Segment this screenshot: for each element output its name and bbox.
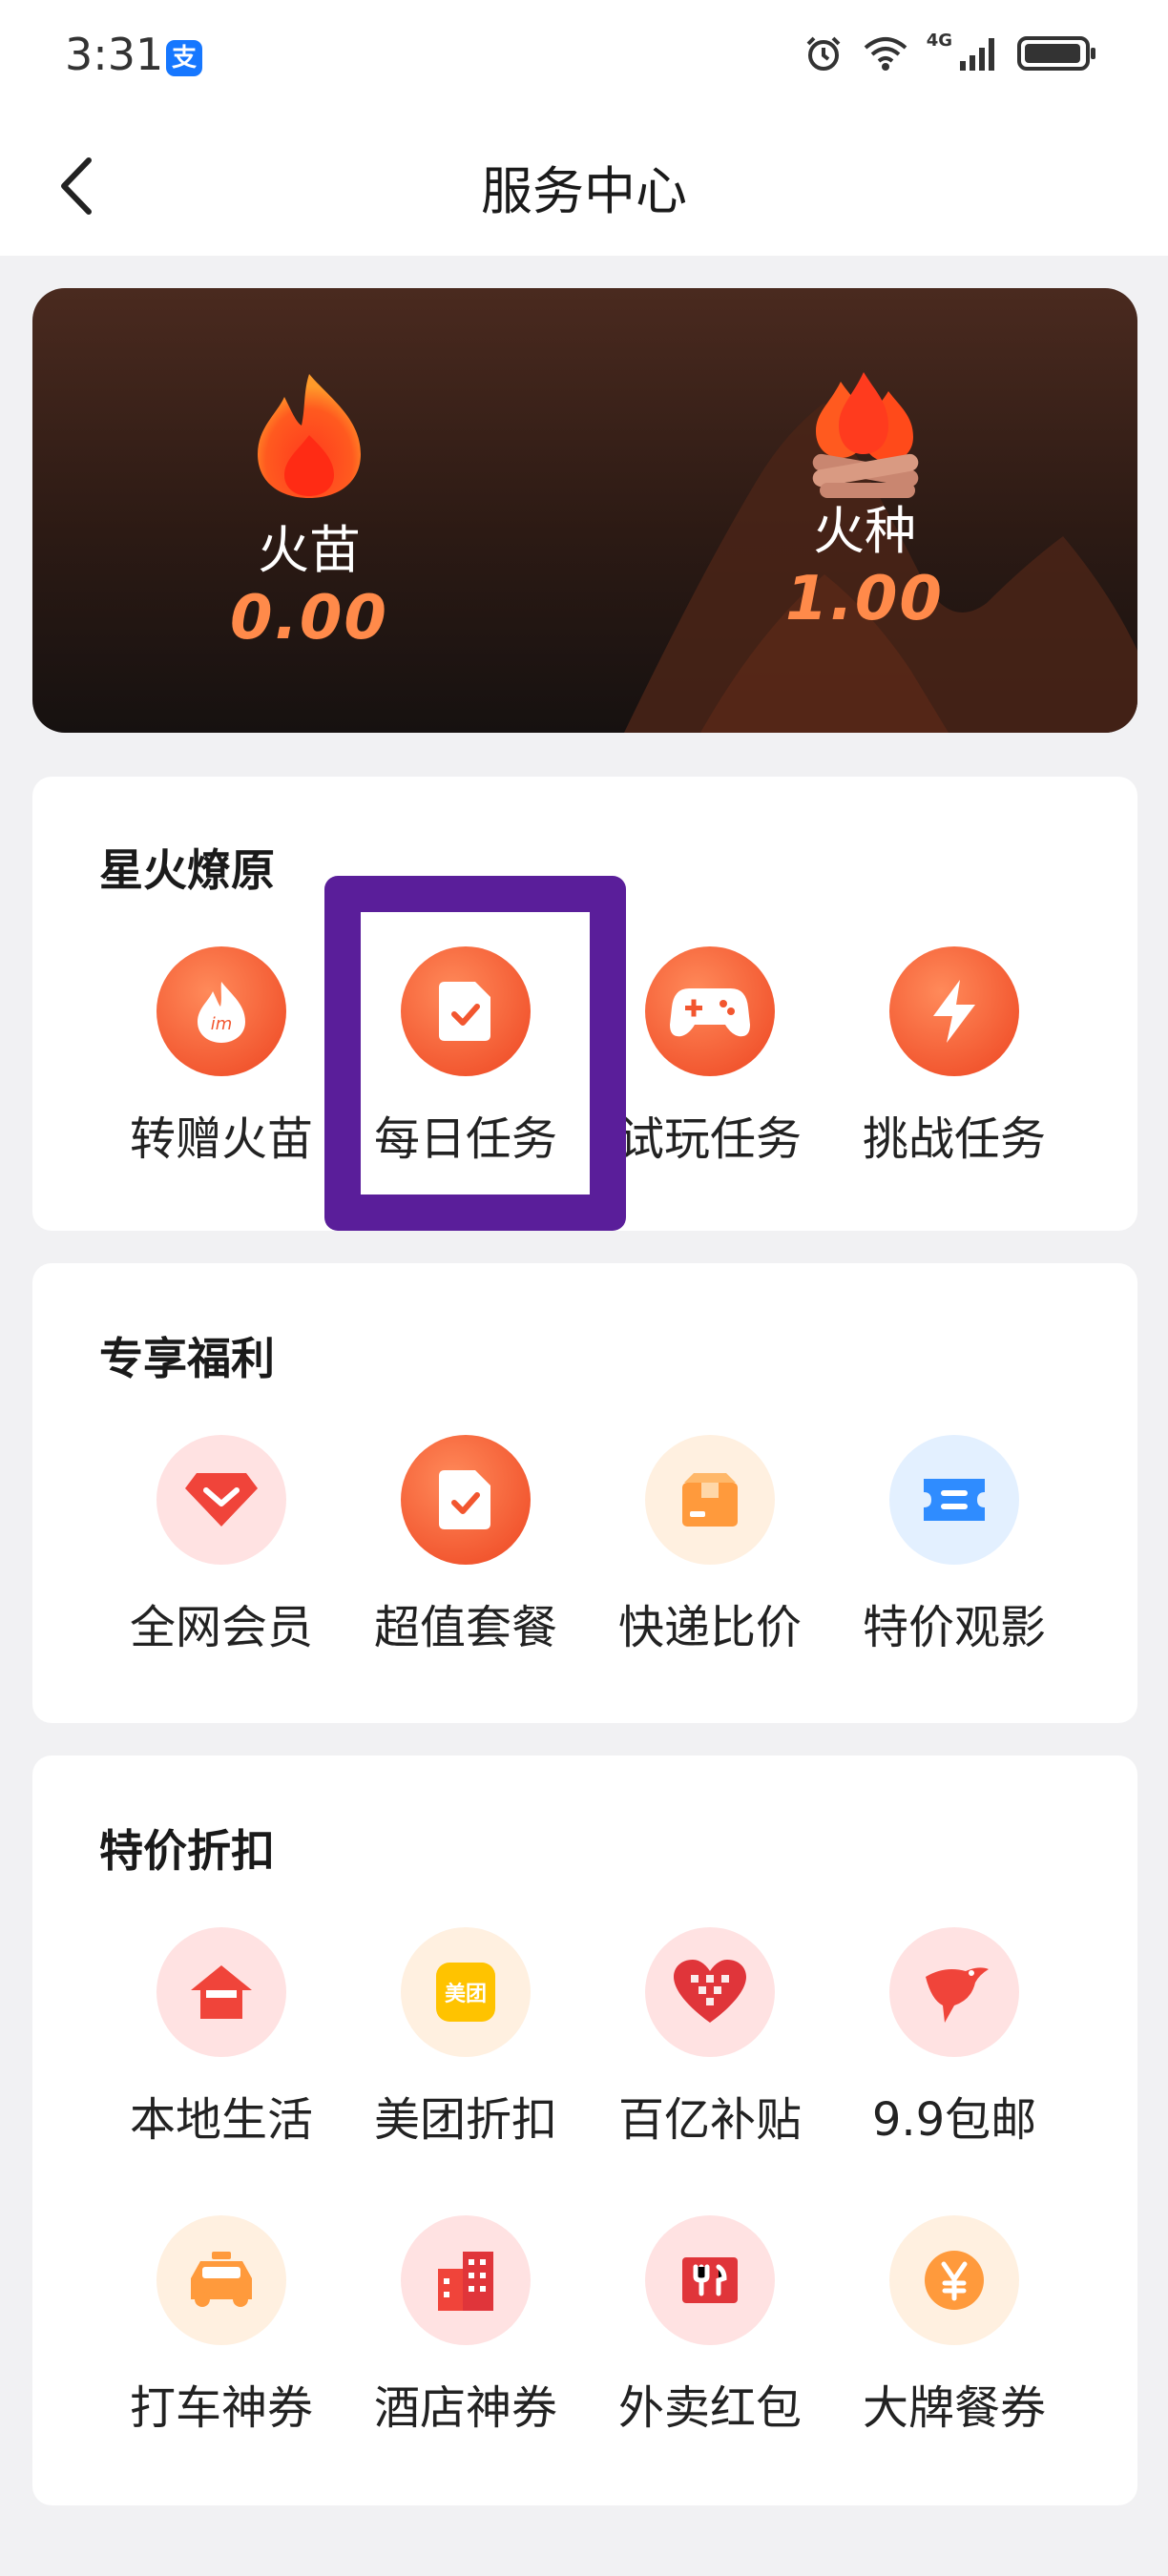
campfire-icon [812, 372, 919, 498]
spark-label: 火种 [813, 501, 916, 561]
item-label: 快递比价 [617, 1601, 802, 1654]
signal-icon [960, 38, 994, 71]
item-label: 9.9包邮 [871, 2093, 1037, 2147]
movie-ticket-icon [924, 1479, 985, 1521]
flame-icon [258, 374, 361, 498]
package-document-icon [439, 1470, 490, 1529]
svg-text:im: im [211, 1014, 233, 1034]
subsidy-button[interactable]: 百亿补贴 [588, 1927, 832, 2149]
nav-bar: 服务中心 [0, 114, 1168, 256]
challenge-task-button[interactable]: 挑战任务 [832, 946, 1076, 1168]
item-label: 挑战任务 [862, 1112, 1046, 1166]
wifi-icon [864, 37, 907, 71]
item-label: 酒店神券 [373, 2381, 557, 2435]
battery-icon [1017, 36, 1095, 71]
item-label: 全网会员 [129, 1601, 313, 1654]
highlight-frame [324, 876, 626, 1231]
takeout-utensils-icon [682, 2257, 738, 2303]
takeout-redpacket-button[interactable]: 外卖红包 [588, 2215, 832, 2437]
spark-balance[interactable]: 火种 1.00 [740, 363, 989, 634]
page-title: 服务中心 [481, 161, 687, 221]
item-label: 美团折扣 [373, 2093, 557, 2147]
status-bar: 3:31 支 4G [0, 0, 1168, 114]
section-title: 专享福利 [99, 1333, 275, 1384]
lightning-icon [933, 980, 975, 1043]
parcel-box-icon [682, 1473, 738, 1527]
alipay-icon: 支 [166, 40, 202, 76]
flame-value: 0.00 [230, 583, 388, 654]
yen-coin-icon [925, 2251, 984, 2310]
section-exclusive-benefits: 专享福利 全网会员 超值套餐 快递比价 特价观影 [32, 1263, 1137, 1723]
discount-movie-button[interactable]: 特价观影 [832, 1435, 1076, 1656]
points-banner: 火苗 0.00 火种 1.00 [32, 288, 1137, 733]
hotel-building-icon [438, 2252, 493, 2311]
status-icons: 4G [803, 31, 1097, 74]
all-network-member-button[interactable]: 全网会员 [99, 1435, 344, 1656]
diamond-icon [185, 1473, 258, 1527]
item-label: 大牌餐券 [862, 2381, 1046, 2435]
network-type-label: 4G [926, 31, 952, 51]
transfer-flame-button[interactable]: im 转赠火苗 [99, 946, 344, 1168]
gift-flame-icon: im [198, 982, 245, 1043]
flame-label: 火苗 [258, 520, 361, 580]
item-label: 超值套餐 [373, 1601, 557, 1654]
express-compare-button[interactable]: 快递比价 [588, 1435, 832, 1656]
item-label: 特价观影 [862, 1601, 1046, 1654]
svg-text:美团: 美团 [445, 1982, 487, 2006]
item-label: 百亿补贴 [617, 2093, 802, 2147]
flame-balance[interactable]: 火苗 0.00 [185, 368, 433, 654]
meituan-discount-button[interactable]: 美团 美团折扣 [344, 1927, 588, 2149]
meituan-logo-icon: 美团 [436, 1963, 495, 2022]
value-package-button[interactable]: 超值套餐 [344, 1435, 588, 1656]
section-special-discounts: 特价折扣 本地生活 美团 美团折扣 百亿补贴 9.9包邮 打车神券 酒店神券 外… [32, 1755, 1137, 2505]
gamepad-icon [670, 988, 750, 1037]
brand-meal-coupon-button[interactable]: 大牌餐券 [832, 2215, 1076, 2437]
bird-logo-icon [926, 1967, 989, 2023]
hotel-coupon-button[interactable]: 酒店神券 [344, 2215, 588, 2437]
item-label: 转赠火苗 [129, 1112, 313, 1166]
pinduoduo-heart-icon [674, 1960, 746, 2023]
status-time: 3:31 [65, 29, 164, 80]
alarm-icon [806, 36, 841, 71]
item-label: 本地生活 [129, 2093, 313, 2147]
item-label: 外卖红包 [617, 2381, 802, 2435]
home-icon [191, 1965, 252, 2019]
free-shipping-button[interactable]: 9.9包邮 [832, 1927, 1076, 2149]
section-title: 特价折扣 [99, 1825, 275, 1877]
spark-value: 1.00 [785, 564, 944, 634]
taxi-icon [191, 2252, 252, 2307]
section-title: 星火燎原 [99, 844, 275, 896]
item-label: 打车神券 [129, 2381, 313, 2435]
taxi-coupon-button[interactable]: 打车神券 [99, 2215, 344, 2437]
local-life-button[interactable]: 本地生活 [99, 1927, 344, 2149]
